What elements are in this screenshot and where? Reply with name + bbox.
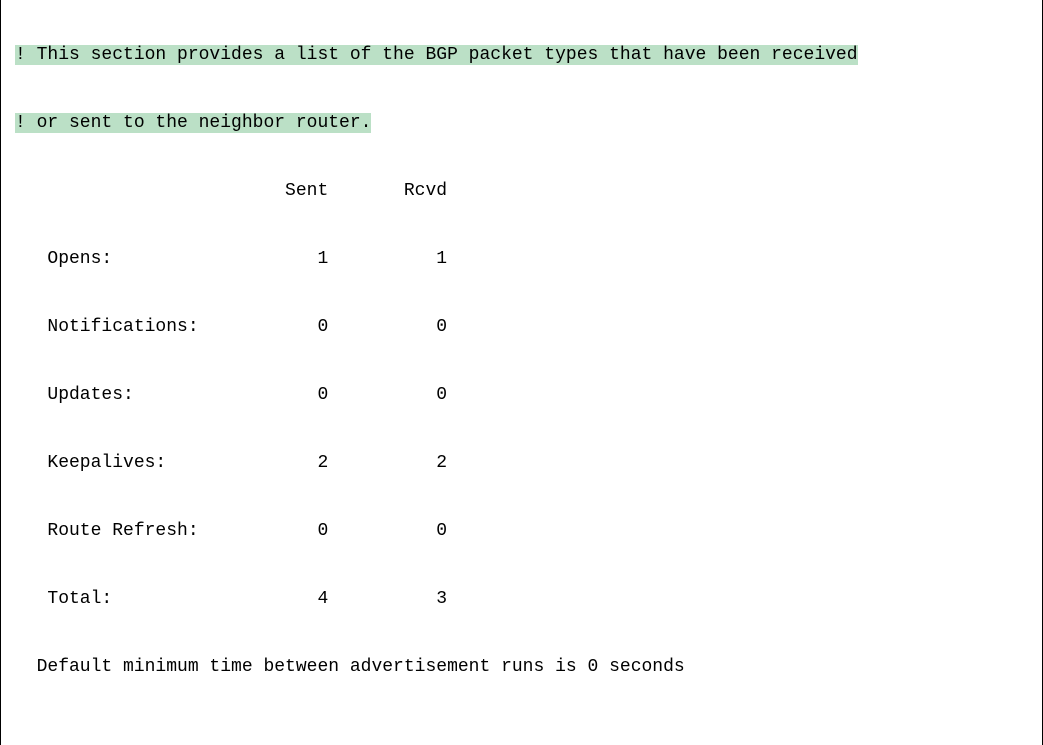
comment-highlight: ! This section provides a list of the BG… [15,45,858,65]
comment-line: ! or sent to the neighbor router. [15,106,1028,140]
table-header: Sent Rcvd [15,174,1028,208]
row-keepalives: Keepalives: 2 2 [15,446,1028,480]
comment-highlight: ! or sent to the neighbor router. [15,113,371,133]
row-notifications: Notifications: 0 0 [15,310,1028,344]
comment-line: ! This section provides a list of the BG… [15,38,1028,72]
blank-line [15,718,1028,745]
row-route-refresh: Route Refresh: 0 0 [15,514,1028,548]
cli-output-page: ! This section provides a list of the BG… [0,0,1043,745]
min-time-line: Default minimum time between advertiseme… [15,650,1028,684]
row-updates: Updates: 0 0 [15,378,1028,412]
row-opens: Opens: 1 1 [15,242,1028,276]
row-total: Total: 4 3 [15,582,1028,616]
